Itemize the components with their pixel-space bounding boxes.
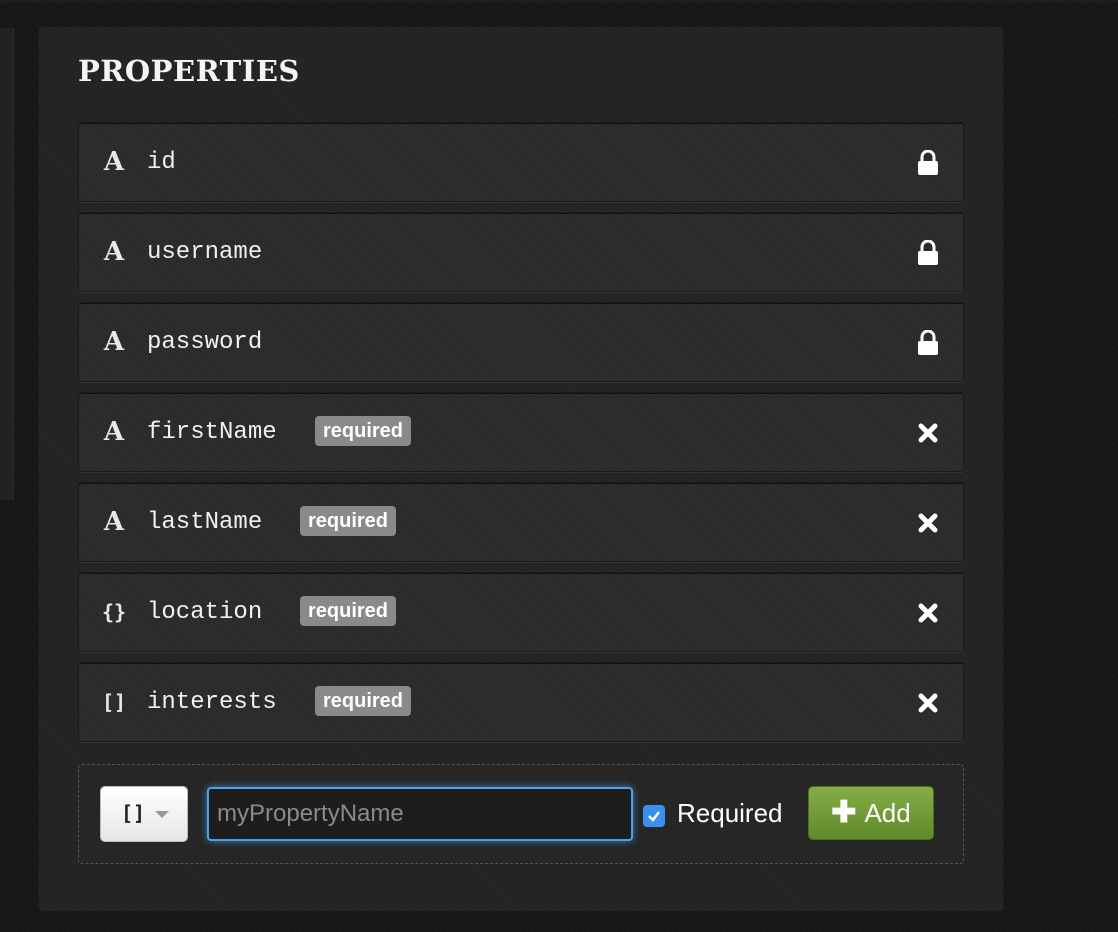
property-name: password	[147, 329, 263, 356]
required-badge: required	[300, 596, 397, 626]
property-row-location[interactable]: {} location required	[78, 572, 964, 652]
property-row-username[interactable]: A username	[78, 212, 964, 292]
add-property-button[interactable]: ✚ Add	[808, 786, 934, 840]
property-list: A id A username A password A firstName r…	[78, 122, 964, 752]
property-name-input[interactable]	[207, 787, 633, 841]
page: PROPERTIES A id A username A password A …	[0, 0, 1118, 932]
properties-panel: PROPERTIES A id A username A password A …	[38, 26, 1004, 912]
property-row-password[interactable]: A password	[78, 302, 964, 382]
plus-icon: ✚	[831, 796, 857, 829]
required-label[interactable]: Required	[677, 798, 783, 829]
left-panel-edge	[0, 28, 14, 500]
panel-title: PROPERTIES	[78, 54, 300, 88]
lock-icon	[913, 238, 943, 268]
string-type-icon: A	[103, 237, 125, 267]
required-badge: required	[315, 416, 412, 446]
required-badge: required	[315, 686, 412, 716]
property-type-dropdown[interactable]: []	[100, 786, 188, 842]
object-type-icon: {}	[101, 600, 127, 624]
remove-icon[interactable]	[913, 508, 943, 538]
lock-icon	[913, 148, 943, 178]
property-row-id[interactable]: A id	[78, 122, 964, 202]
add-button-label: Add	[864, 797, 911, 828]
property-row-firstname[interactable]: A firstName required	[78, 392, 964, 472]
property-name: interests	[147, 689, 277, 716]
string-type-icon: A	[103, 417, 125, 447]
property-name: id	[147, 149, 176, 176]
property-name: firstName	[147, 419, 277, 446]
top-border	[0, 0, 1118, 3]
string-type-icon: A	[103, 507, 125, 537]
property-row-interests[interactable]: [] interests required	[78, 662, 964, 742]
property-name: username	[147, 239, 263, 266]
string-type-icon: A	[103, 147, 125, 177]
selected-type-value: []	[121, 801, 146, 825]
property-row-lastname[interactable]: A lastName required	[78, 482, 964, 562]
remove-icon[interactable]	[913, 418, 943, 448]
required-checkbox[interactable]	[643, 805, 665, 827]
chevron-down-icon	[155, 811, 169, 818]
check-icon	[648, 811, 660, 822]
property-name: lastName	[147, 509, 263, 536]
array-type-icon: []	[101, 690, 127, 714]
remove-icon[interactable]	[913, 598, 943, 628]
lock-icon	[913, 328, 943, 358]
required-badge: required	[300, 506, 397, 536]
add-property-form: [] Required ✚ Add	[78, 764, 964, 864]
remove-icon[interactable]	[913, 688, 943, 718]
property-name: location	[147, 599, 263, 626]
string-type-icon: A	[103, 327, 125, 357]
